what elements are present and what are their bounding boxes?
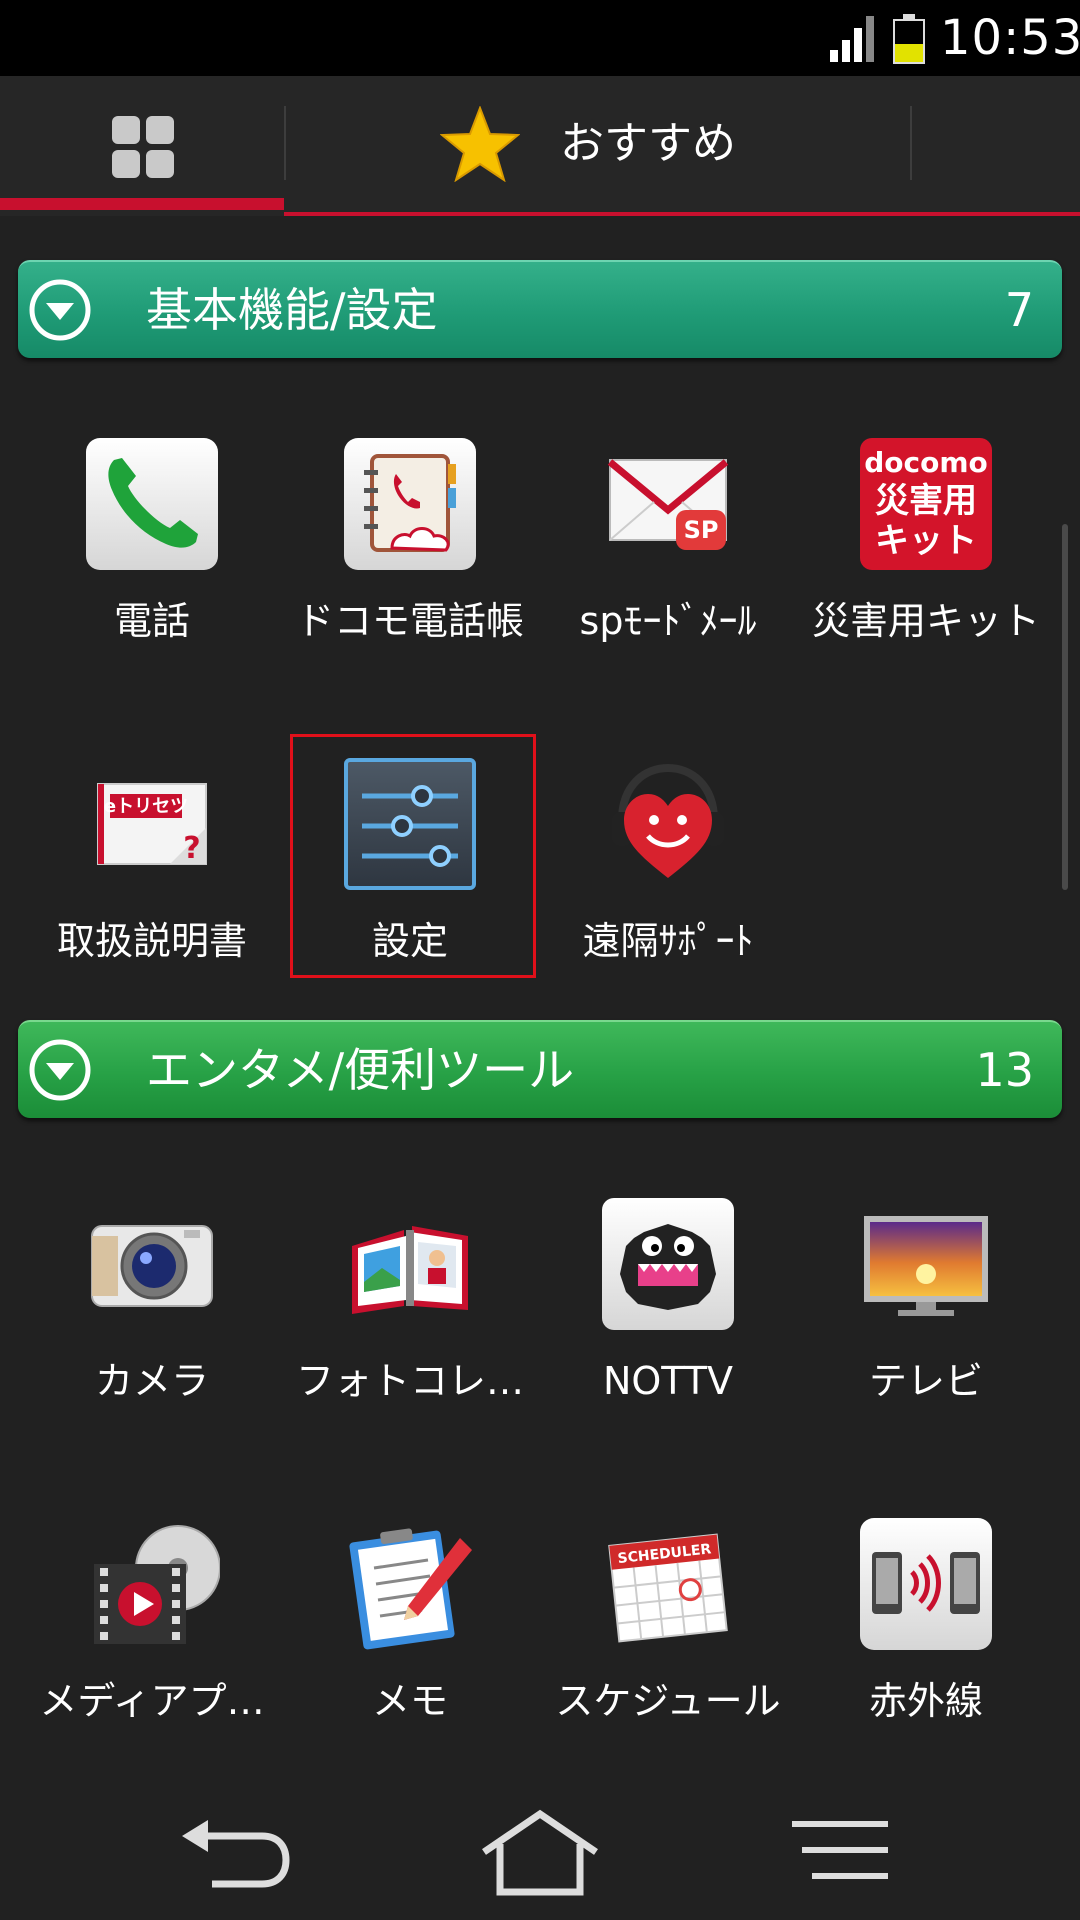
app-sp-mode-mail[interactable]: SP spﾓｰﾄﾞﾒｰﾙ [539, 436, 797, 696]
status-bar: 10:53 [0, 0, 1080, 76]
menu-button[interactable] [780, 1808, 920, 1898]
manual-book-icon: eトリセツ ? [97, 783, 207, 866]
app-tv[interactable]: テレビ [797, 1196, 1055, 1456]
scrollbar[interactable] [1062, 524, 1068, 890]
section-title: エンタメ/便利ツール [146, 1043, 575, 1097]
app-label: 赤外線 [868, 1679, 983, 1723]
tab-all-apps[interactable] [0, 76, 284, 216]
app-disaster-kit[interactable]: docomo 災害用 キット 災害用キット [797, 436, 1055, 696]
app-label: spﾓｰﾄﾞﾒｰﾙ [579, 599, 757, 643]
manual-icon-text: eトリセツ [104, 796, 188, 817]
app-label: フォトコレ… [295, 1359, 524, 1403]
app-manual[interactable]: eトリセツ ? 取扱説明書 [23, 756, 281, 1016]
selection-highlight [290, 734, 536, 978]
app-label: テレビ [868, 1359, 983, 1403]
app-memo[interactable]: メモ [281, 1516, 539, 1776]
infrared-icon [860, 1518, 992, 1650]
app-label: 取扱説明書 [56, 919, 247, 963]
collapse-chevron-icon [29, 1039, 91, 1101]
back-button[interactable] [162, 1808, 302, 1898]
menu-lines-icon [792, 1821, 888, 1879]
photo-album-icon [352, 1226, 468, 1314]
star-icon [440, 106, 520, 182]
navigation-bar [0, 1780, 1080, 1920]
tab-divider [284, 106, 286, 180]
disaster-kit-icon: docomo 災害用 キット [860, 438, 992, 570]
app-label: 電話 [113, 599, 190, 643]
battery-icon [893, 14, 925, 64]
app-phone[interactable]: 電話 [23, 436, 281, 696]
tab-selected-indicator [0, 198, 284, 210]
calendar-icon: SCHEDULER [608, 1533, 728, 1643]
tab-divider [910, 106, 912, 180]
section-count: 13 [975, 1043, 1034, 1097]
app-remote-support[interactable]: 遠隔ｻﾎﾟｰﾄ [539, 756, 797, 1016]
app-media-player[interactable]: メディアプ… [23, 1516, 281, 1776]
media-player-icon [94, 1525, 220, 1644]
collapse-chevron-icon [29, 279, 91, 341]
app-label: ドコモ電話帳 [295, 599, 524, 643]
app-label: NOTTV [602, 1359, 734, 1403]
app-camera[interactable]: カメラ [23, 1196, 281, 1456]
svg-text:?: ? [183, 831, 200, 866]
nottv-monster-icon [602, 1198, 734, 1330]
camera-icon [91, 1225, 213, 1307]
svg-text:SP: SP [684, 516, 719, 544]
back-arrow-icon [182, 1820, 290, 1888]
app-schedule[interactable]: SCHEDULER スケジュール [539, 1516, 797, 1776]
tab-recommend-label: おすすめ [560, 118, 736, 169]
tab-bar: おすすめ [0, 76, 1080, 216]
tab-recommend[interactable]: おすすめ [290, 76, 910, 216]
home-button[interactable] [470, 1808, 610, 1898]
app-label: 災害用キット [811, 599, 1040, 643]
app-docomo-phonebook[interactable]: ドコモ電話帳 [281, 436, 539, 696]
app-photo-collection[interactable]: フォトコレ… [281, 1196, 539, 1456]
phone-icon [86, 438, 218, 570]
tv-icon [864, 1216, 988, 1316]
memo-pencil-icon [349, 1528, 472, 1650]
disaster-kit-text: 災害用 [875, 481, 977, 521]
app-label: カメラ [94, 1359, 209, 1403]
app-label: 遠隔ｻﾎﾟｰﾄ [582, 919, 754, 963]
section-header-basic-settings[interactable]: 基本機能/設定 7 [18, 260, 1062, 358]
disaster-kit-brand: docomo [864, 446, 988, 479]
section-header-entertainment-tools[interactable]: エンタメ/便利ツール 13 [18, 1020, 1062, 1118]
disaster-kit-text: キット [875, 521, 977, 561]
tab-underline [284, 212, 1080, 216]
heart-headphones-icon [612, 763, 724, 878]
mail-envelope-icon: SP [607, 459, 729, 550]
app-infrared[interactable]: 赤外線 [797, 1516, 1055, 1776]
app-label: メモ [371, 1679, 448, 1723]
phonebook-icon [344, 438, 476, 570]
section-count: 7 [1004, 283, 1034, 337]
section-title: 基本機能/設定 [146, 283, 438, 337]
signal-strength-icon [830, 16, 874, 62]
app-nottv[interactable]: NOTTV [539, 1196, 797, 1456]
app-label: スケジュール [555, 1679, 781, 1723]
app-label: メディアプ… [39, 1679, 265, 1723]
clock: 10:53 [940, 10, 1080, 66]
home-icon [482, 1809, 598, 1896]
